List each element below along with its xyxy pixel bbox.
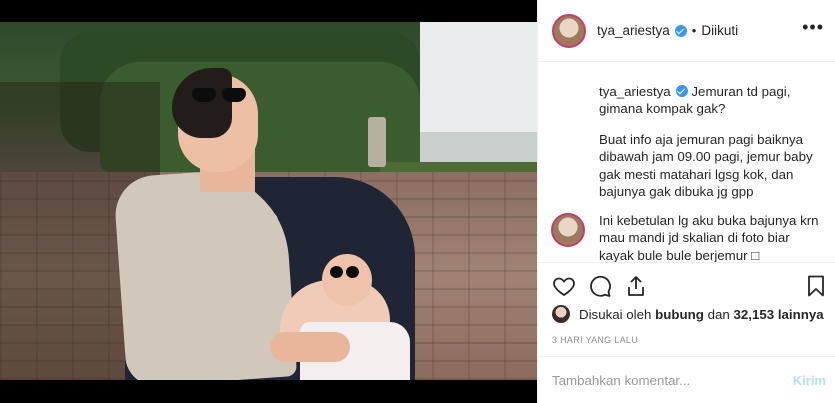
photo-post xyxy=(368,117,386,167)
caption-line: gimana kompak gak? xyxy=(599,101,726,117)
comment-icon[interactable] xyxy=(588,274,612,298)
caption-line: kayak bule bule berjemur □ xyxy=(599,247,760,262)
post-photo-container xyxy=(0,0,537,403)
caption-comment: Ini kebetulan lg aku buka bajunya krn ma… xyxy=(599,212,819,262)
post-comment-button[interactable]: Kirim xyxy=(793,373,826,388)
post-actions: Disukai oleh bubung dan 32,153 lainnya 3… xyxy=(538,262,835,350)
likes-middle: dan xyxy=(707,306,730,322)
caption-line: bajunya gak dibuka jg gpp xyxy=(599,183,754,199)
heart-icon[interactable] xyxy=(552,274,576,298)
post-header: tya_ariestya • Diikuti ••• xyxy=(538,0,835,62)
bookmark-icon[interactable] xyxy=(804,274,828,298)
header-separator: • xyxy=(691,23,697,38)
caption-username[interactable]: tya_ariestya xyxy=(599,84,671,99)
likes-count[interactable]: 32,153 lainnya xyxy=(733,307,823,322)
likes-prefix: Disukai oleh xyxy=(579,306,652,322)
post-timestamp[interactable]: 3 HARI YANG LALU xyxy=(552,335,638,345)
comment-input[interactable] xyxy=(552,372,772,388)
caption-line: gak mesti matahari lgsg kok, dan xyxy=(599,166,794,182)
following-button[interactable]: Diikuti xyxy=(701,23,738,38)
sunglasses-icon xyxy=(192,88,252,104)
more-options-icon[interactable]: ••• xyxy=(802,18,824,36)
avatar[interactable] xyxy=(552,13,586,48)
baby-sunglasses-icon xyxy=(330,266,360,278)
share-icon[interactable] xyxy=(624,274,648,298)
likes-summary: Disukai oleh bubung dan 32,153 lainnya xyxy=(552,305,824,323)
post-sidebar: tya_ariestya • Diikuti ••• tya_ariestya … xyxy=(537,0,835,403)
comment-avatar[interactable] xyxy=(551,213,585,247)
liker-avatar[interactable] xyxy=(552,305,570,323)
verified-badge-icon xyxy=(675,85,688,97)
verified-badge-icon xyxy=(674,24,687,37)
caption-area: tya_ariestya Jemuran td pagi, gimana kom… xyxy=(538,62,835,262)
comment-form: Kirim xyxy=(538,356,835,403)
caption-paragraph: Buat info aja jemuran pagi baiknya dibaw… xyxy=(599,131,819,200)
caption-line: dibawah jam 09.00 pagi, jemur baby xyxy=(599,149,813,165)
caption-line: Ini kebetulan lg aku buka bajunya krn xyxy=(599,213,819,228)
caption-text: tya_ariestya Jemuran td pagi, gimana kom… xyxy=(599,83,819,118)
photo-arm xyxy=(270,332,350,362)
caption-line: Jemuran td pagi, xyxy=(691,84,791,99)
photo-baby-head xyxy=(322,254,372,306)
liker-username[interactable]: bubung xyxy=(655,307,704,322)
header-username[interactable]: tya_ariestya xyxy=(597,23,670,38)
caption-line: Buat info aja jemuran pagi baiknya xyxy=(599,132,804,147)
post-photo[interactable] xyxy=(0,22,537,380)
caption-line: mau mandi jd skalian di foto biar xyxy=(599,230,790,246)
